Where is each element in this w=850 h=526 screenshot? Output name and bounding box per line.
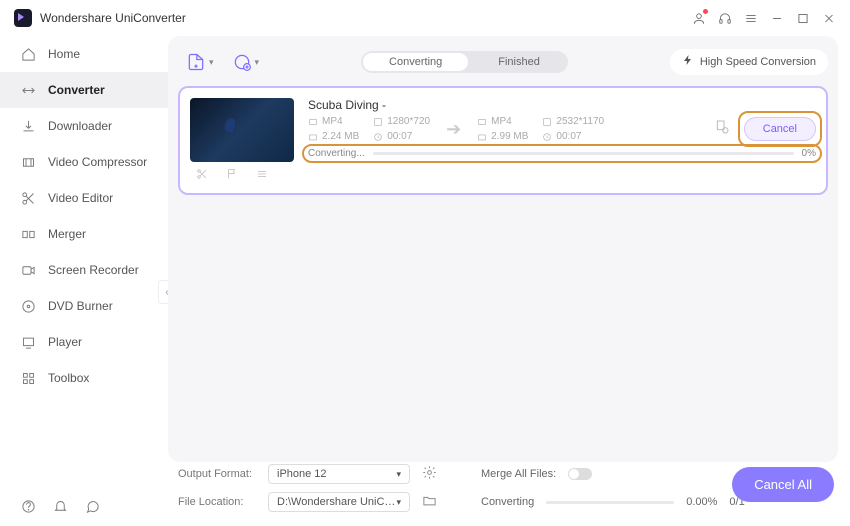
- sidebar-item-compressor[interactable]: Video Compressor: [0, 144, 168, 180]
- converter-icon: [20, 82, 36, 98]
- footer-progress-pct: 0.00%: [686, 496, 717, 508]
- minimize-icon[interactable]: [770, 11, 784, 25]
- sidebar-item-label: Player: [48, 335, 82, 349]
- folder-icon[interactable]: [422, 493, 437, 511]
- file-location-label: File Location:: [178, 496, 256, 508]
- app-logo-icon: [14, 9, 32, 27]
- tab-finished[interactable]: Finished: [470, 51, 568, 73]
- sidebar-item-label: Video Editor: [48, 191, 113, 205]
- scissors-icon: [20, 190, 36, 206]
- output-format-label: Output Format:: [178, 468, 256, 480]
- recorder-icon: [20, 262, 36, 278]
- output-format-select[interactable]: iPhone 12▾: [268, 464, 410, 484]
- maximize-icon[interactable]: [796, 11, 810, 25]
- format-settings-icon[interactable]: [422, 465, 437, 483]
- menu-icon[interactable]: [744, 11, 758, 25]
- user-icon[interactable]: [692, 11, 706, 25]
- sidebar-item-label: Video Compressor: [48, 155, 147, 169]
- dst-resolution: 2532*1170: [542, 116, 604, 127]
- titlebar: Wondershare UniConverter: [0, 0, 850, 36]
- sidebar-item-label: Screen Recorder: [48, 263, 139, 277]
- sidebar-item-home[interactable]: Home: [0, 36, 168, 72]
- sidebar-item-dvd[interactable]: DVD Burner: [0, 288, 168, 324]
- home-icon: [20, 46, 36, 62]
- progress-bar: [373, 152, 794, 155]
- headset-icon[interactable]: [718, 11, 732, 25]
- status-text: Converting...: [308, 148, 365, 159]
- conversion-card: Scuba Diving - MP4 1280*720 2.24 MB 00:0…: [178, 86, 828, 195]
- merge-toggle[interactable]: [568, 468, 592, 480]
- toolbox-icon: [20, 370, 36, 386]
- add-file-button[interactable]: ▾: [186, 52, 214, 72]
- cancel-button[interactable]: Cancel: [744, 117, 816, 141]
- disc-icon: [20, 298, 36, 314]
- converting-label: Converting: [481, 496, 534, 508]
- sidebar-item-label: Home: [48, 47, 80, 61]
- sidebar-item-downloader[interactable]: Downloader: [0, 108, 168, 144]
- compressor-icon: [20, 154, 36, 170]
- src-size: 2.24 MB: [308, 131, 359, 142]
- sidebar-item-recorder[interactable]: Screen Recorder: [0, 252, 168, 288]
- footer-progress-bar: [546, 501, 674, 504]
- main-panel: ▾ ▾ Converting Finished High Speed Conve…: [168, 36, 838, 462]
- close-icon[interactable]: [822, 11, 836, 25]
- sidebar-item-label: Toolbox: [48, 371, 89, 385]
- sidebar-item-merger[interactable]: Merger: [0, 216, 168, 252]
- sidebar-item-editor[interactable]: Video Editor: [0, 180, 168, 216]
- app-title: Wondershare UniConverter: [40, 11, 186, 25]
- dst-size: 2.99 MB: [477, 131, 528, 142]
- src-resolution: 1280*720: [373, 116, 430, 127]
- sidebar-item-label: Converter: [48, 83, 105, 97]
- cut-icon[interactable]: [196, 168, 208, 183]
- arrow-icon: ➔: [446, 119, 461, 140]
- settings-icon[interactable]: [714, 119, 730, 140]
- dst-duration: 00:07: [542, 131, 604, 142]
- merge-label: Merge All Files:: [481, 468, 556, 480]
- high-speed-button[interactable]: High Speed Conversion: [670, 49, 828, 75]
- sidebar-item-label: Merger: [48, 227, 86, 241]
- bolt-icon: [682, 53, 694, 71]
- cancel-all-button[interactable]: Cancel All: [732, 467, 834, 502]
- sidebar-item-toolbox[interactable]: Toolbox: [0, 360, 168, 396]
- progress-percent: 0%: [802, 148, 816, 159]
- play-icon: [20, 334, 36, 350]
- high-speed-label: High Speed Conversion: [700, 56, 816, 68]
- download-icon: [20, 118, 36, 134]
- file-location-select[interactable]: D:\Wondershare UniConverter▾: [268, 492, 410, 512]
- sidebar-item-label: DVD Burner: [48, 299, 113, 313]
- dst-format: MP4: [477, 116, 528, 127]
- bell-icon[interactable]: [52, 498, 68, 514]
- sidebar: Home Converter Downloader Video Compress…: [0, 36, 168, 526]
- video-thumbnail[interactable]: [190, 98, 294, 162]
- tab-segmented: Converting Finished: [361, 51, 568, 73]
- src-format: MP4: [308, 116, 359, 127]
- sidebar-item-label: Downloader: [48, 119, 112, 133]
- video-title: Scuba Diving -: [308, 98, 816, 112]
- sidebar-item-converter[interactable]: Converter: [0, 72, 168, 108]
- sidebar-item-player[interactable]: Player: [0, 324, 168, 360]
- tab-converting[interactable]: Converting: [363, 53, 468, 71]
- src-duration: 00:07: [373, 131, 430, 142]
- help-icon[interactable]: [20, 498, 36, 514]
- feedback-icon[interactable]: [84, 498, 100, 514]
- more-icon[interactable]: [256, 168, 268, 183]
- merger-icon: [20, 226, 36, 242]
- flag-icon[interactable]: [226, 168, 238, 183]
- add-url-button[interactable]: ▾: [232, 52, 260, 72]
